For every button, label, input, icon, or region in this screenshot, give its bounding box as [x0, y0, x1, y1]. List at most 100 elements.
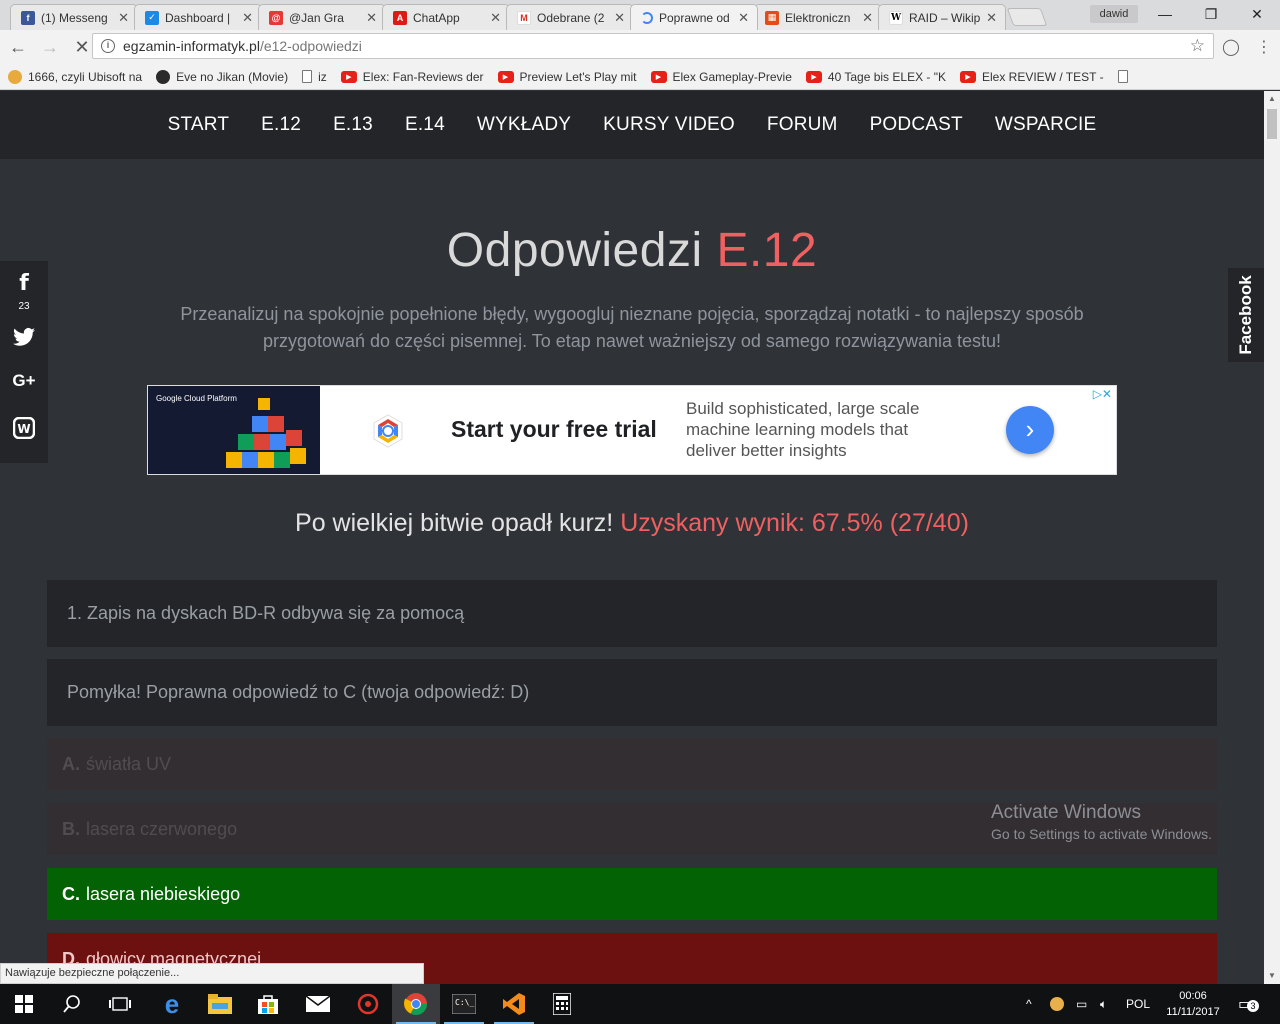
page-scrollbar[interactable]: ▲ ▼: [1264, 91, 1280, 984]
visual-studio-icon[interactable]: [490, 984, 538, 1024]
bookmark-item[interactable]: iz: [302, 70, 327, 84]
adchoices-icon[interactable]: ▷✕: [1093, 387, 1112, 401]
youtube-icon: [497, 70, 514, 83]
nav-item-kursy-video[interactable]: KURSY VIDEO: [603, 114, 735, 136]
svg-text:C:\_: C:\_: [455, 998, 474, 1007]
app-red-icon[interactable]: [344, 984, 392, 1024]
social-share-bar: f 23 G+ W: [0, 261, 48, 463]
clock[interactable]: 00:06 11/11/2017: [1158, 988, 1228, 1020]
file-explorer-icon[interactable]: [196, 984, 244, 1024]
store-icon[interactable]: [244, 984, 292, 1024]
page-icon: [1117, 70, 1128, 83]
ad-cta[interactable]: Start your free trial: [451, 416, 657, 443]
web-page: START E.12 E.13 E.14 WYKŁADY KURSY VIDEO FORUM…: [0, 91, 1264, 984]
tab-close-icon[interactable]: ✕: [118, 10, 129, 26]
bookmark-item[interactable]: Eve no Jikan (Movie): [156, 69, 288, 84]
nav-item-e-12[interactable]: E.12: [261, 114, 301, 136]
weather-tray-icon[interactable]: [1050, 984, 1064, 1024]
tab-close-icon[interactable]: ✕: [738, 10, 749, 26]
start-button-icon[interactable]: [0, 984, 48, 1024]
profile-button[interactable]: dawid: [1090, 5, 1138, 23]
address-bar[interactable]: i egzamin-informatyk.pl/e12-odpowiedzi ☆: [92, 33, 1214, 59]
activate-windows-watermark: Activate Windows Go to Settings to activ…: [991, 802, 1212, 842]
nav-item-e-14[interactable]: E.14: [405, 114, 445, 136]
nav-item-wsparcie[interactable]: WSPARCIE: [995, 114, 1097, 136]
bookmarks-bar: 1666, czyli Ubisoft na Eve no Jikan (Movi…: [0, 64, 1280, 90]
browser-tab[interactable]: ▦ Elektroniczn ✕: [754, 4, 882, 30]
search-icon[interactable]: [48, 984, 96, 1024]
browser-tab[interactable]: Poprawne od ✕: [630, 4, 758, 30]
bookmark-item[interactable]: Elex REVIEW / TEST -: [960, 70, 1104, 84]
url-host: egzamin-informatyk.pl: [123, 38, 260, 54]
answer-letter: C.: [62, 883, 80, 904]
bookmark-item[interactable]: Elex Gameplay-Previe: [650, 70, 792, 84]
facebook-share-icon[interactable]: f: [0, 271, 48, 296]
site-icon: ▦: [765, 10, 779, 25]
bookmark-item[interactable]: Elex: Fan-Reviews der: [340, 70, 484, 84]
wykop-share-icon[interactable]: W: [0, 416, 48, 444]
answer-text: lasera niebieskiego: [86, 883, 241, 904]
twitter-share-icon[interactable]: [0, 327, 48, 352]
tab-close-icon[interactable]: ✕: [242, 10, 253, 26]
nav-item-wykłady[interactable]: WYKŁADY: [477, 114, 571, 136]
ad-banner[interactable]: Google Cloud Platform Start your free tr…: [147, 385, 1117, 475]
bookmark-item[interactable]: 1666, czyli Ubisoft na: [8, 69, 142, 84]
extension-icon[interactable]: ◯: [1222, 37, 1240, 57]
bookmark-item[interactable]: Preview Let's Play mit: [497, 70, 637, 84]
chrome-icon[interactable]: [392, 984, 440, 1024]
browser-tab[interactable]: W RAID – Wikip ✕: [878, 4, 1006, 30]
tab-close-icon[interactable]: ✕: [490, 10, 501, 26]
browser-tab[interactable]: f (1) Messeng ✕: [10, 4, 138, 30]
browser-tab[interactable]: ✓ Dashboard | ✕: [134, 4, 262, 30]
forward-icon[interactable]: →: [36, 33, 64, 61]
nav-item-podcast[interactable]: PODCAST: [870, 114, 963, 136]
tab-close-icon[interactable]: ✕: [366, 10, 377, 26]
browser-tab[interactable]: @ @Jan Gra ✕: [258, 4, 386, 30]
edge-browser-icon[interactable]: e: [148, 984, 196, 1024]
volume-icon[interactable]: 🔈︎: [1100, 984, 1107, 1024]
scrollbar-thumb[interactable]: [1267, 109, 1277, 139]
ad-go-button[interactable]: ›: [1006, 406, 1054, 454]
tab-close-icon[interactable]: ✕: [862, 10, 873, 26]
menu-icon[interactable]: ⋮: [1256, 37, 1272, 57]
mail-icon[interactable]: [294, 984, 342, 1024]
tab-close-icon[interactable]: ✕: [986, 10, 997, 26]
youtube-icon: [650, 70, 667, 83]
calculator-icon[interactable]: [538, 984, 586, 1024]
minimize-icon[interactable]: —: [1142, 0, 1188, 28]
tray-chevron-icon[interactable]: ^: [1026, 984, 1032, 1024]
page-title: Odpowiedzi E.12: [446, 224, 818, 277]
tab-title: ChatApp: [413, 10, 460, 25]
restore-icon[interactable]: ❐: [1188, 0, 1234, 28]
feedback-box: Pomyłka! Poprawna odpowiedź to C (twoja …: [47, 659, 1217, 726]
site-info-icon[interactable]: i: [101, 39, 115, 53]
svg-text:W: W: [17, 422, 30, 436]
cubes-illustration: [226, 398, 306, 468]
language-indicator[interactable]: POL: [1126, 984, 1150, 1024]
nav-item-e-13[interactable]: E.13: [333, 114, 373, 136]
nav-item-forum[interactable]: FORUM: [767, 114, 838, 136]
tab-close-icon[interactable]: ✕: [614, 10, 625, 26]
network-icon[interactable]: ▭: [1076, 984, 1087, 1024]
answer-text: lasera czerwonego: [86, 818, 238, 839]
windows-taskbar: e C:\_ ^ ▭ 🔈︎ POL 00:06 11/11/2017 ▭ 3: [0, 984, 1280, 1024]
task-view-icon[interactable]: [96, 984, 144, 1024]
action-center-icon[interactable]: ▭ 3: [1238, 984, 1259, 1024]
bookmark-item[interactable]: 40 Tage bis ELEX - "K: [805, 70, 946, 84]
google-plus-share-icon[interactable]: G+: [0, 371, 48, 391]
bookmark-item[interactable]: [1117, 70, 1134, 83]
page-icon: [302, 70, 313, 83]
back-icon[interactable]: ←: [4, 33, 32, 61]
browser-tab[interactable]: M Odebrane (2 ✕: [506, 4, 634, 30]
bookmark-star-icon[interactable]: ☆: [1190, 36, 1205, 56]
youtube-icon: [805, 70, 822, 83]
tab-title: RAID – Wikip: [909, 10, 981, 25]
terminal-icon[interactable]: C:\_: [440, 984, 488, 1024]
browser-tab[interactable]: A ChatApp ✕: [382, 4, 510, 30]
nav-item-start[interactable]: START: [168, 114, 230, 136]
facebook-side-tab[interactable]: Facebook: [1228, 268, 1264, 362]
close-window-icon[interactable]: ✕: [1234, 0, 1280, 28]
tab-title: (1) Messeng: [41, 10, 108, 25]
new-tab-button[interactable]: [1006, 8, 1048, 26]
tab-title: Odebrane (2: [537, 10, 605, 25]
